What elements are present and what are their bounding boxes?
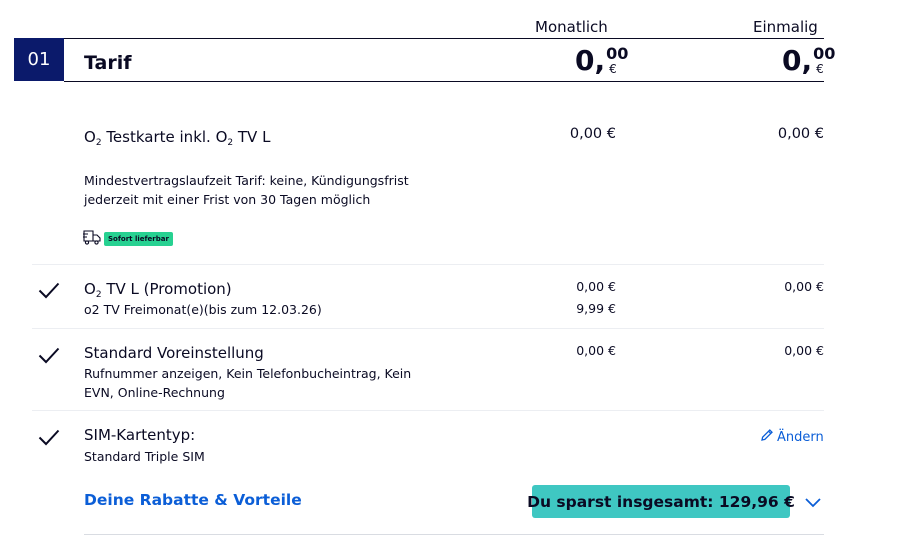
bottom-divider [84, 534, 824, 535]
total-monthly-cents: 00 [606, 44, 629, 63]
change-sim-label: Ändern [777, 429, 824, 445]
main-item-monthly-price: 0,00 € [569, 126, 616, 142]
total-onetime-price: 0, 00 € [782, 44, 835, 78]
option-standard-onetime: 0,00 € [784, 343, 824, 358]
row-divider [32, 410, 824, 411]
option-tv-promo-detail: o2 TV Freimonat(e)(bis zum 12.03.26) [84, 302, 322, 317]
checkmark-icon [38, 282, 60, 299]
option-standard-name: Standard Voreinstellung [84, 344, 264, 362]
option-standard-monthly: 0,00 € [576, 343, 616, 358]
option-tv-promo-onetime: 0,00 € [784, 279, 824, 294]
name-part: TV L [233, 128, 271, 146]
header-top-rule [64, 38, 824, 39]
total-monthly-price: 0, 00 € [575, 44, 628, 78]
total-onetime-main: 0, [782, 44, 813, 77]
section-number: 01 [14, 38, 64, 81]
column-header-onetime: Einmalig [753, 18, 818, 36]
name-part: O [84, 280, 96, 298]
option-standard-detail-1: Rufnummer anzeigen, Kein Telefonbucheint… [84, 366, 412, 381]
name-part: TV L (Promotion) [101, 280, 232, 298]
row-divider [32, 328, 824, 329]
change-sim-button[interactable]: Ändern [760, 428, 824, 446]
terms-line-2: jederzeit mit einer Frist von 30 Tagen m… [84, 192, 371, 207]
column-header-monthly: Monatlich [535, 18, 608, 36]
option-tv-promo-monthly-after: 9,99 € [576, 301, 616, 316]
main-item-onetime-price: 0,00 € [777, 126, 824, 142]
discounts-link[interactable]: Deine Rabatte & Vorteile [84, 491, 302, 509]
delivery-badge: Sofort lieferbar [104, 232, 173, 246]
option-tv-promo-monthly: 0,00 € [576, 279, 616, 294]
truck-icon [83, 229, 101, 250]
row-divider [32, 264, 824, 265]
name-part: Testkarte inkl. O [101, 128, 228, 146]
total-monthly-currency: € [609, 62, 617, 76]
header-bottom-rule [64, 81, 824, 82]
name-part: O [84, 128, 96, 146]
checkmark-icon [38, 429, 60, 446]
total-onetime-cents: 00 [813, 44, 836, 63]
main-item-name: O2 Testkarte inkl. O2 TV L [84, 128, 270, 148]
total-onetime-currency: € [816, 62, 824, 76]
option-sim-detail: Standard Triple SIM [84, 449, 205, 464]
terms-line-1: Mindestvertragslaufzeit Tarif: keine, Kü… [84, 173, 409, 188]
pencil-icon [760, 428, 774, 446]
option-standard-detail-2: EVN, Online-Rechnung [84, 385, 225, 400]
savings-badge: Du sparst insgesamt: 129,96 € [527, 485, 795, 518]
total-monthly-main: 0, [575, 44, 606, 77]
option-tv-promo-name: O2 TV L (Promotion) [84, 280, 232, 300]
checkmark-icon [38, 347, 60, 364]
option-sim-name: SIM-Kartentyp: [84, 426, 196, 444]
chevron-down-icon[interactable] [804, 494, 822, 513]
section-title: Tarif [84, 52, 132, 74]
